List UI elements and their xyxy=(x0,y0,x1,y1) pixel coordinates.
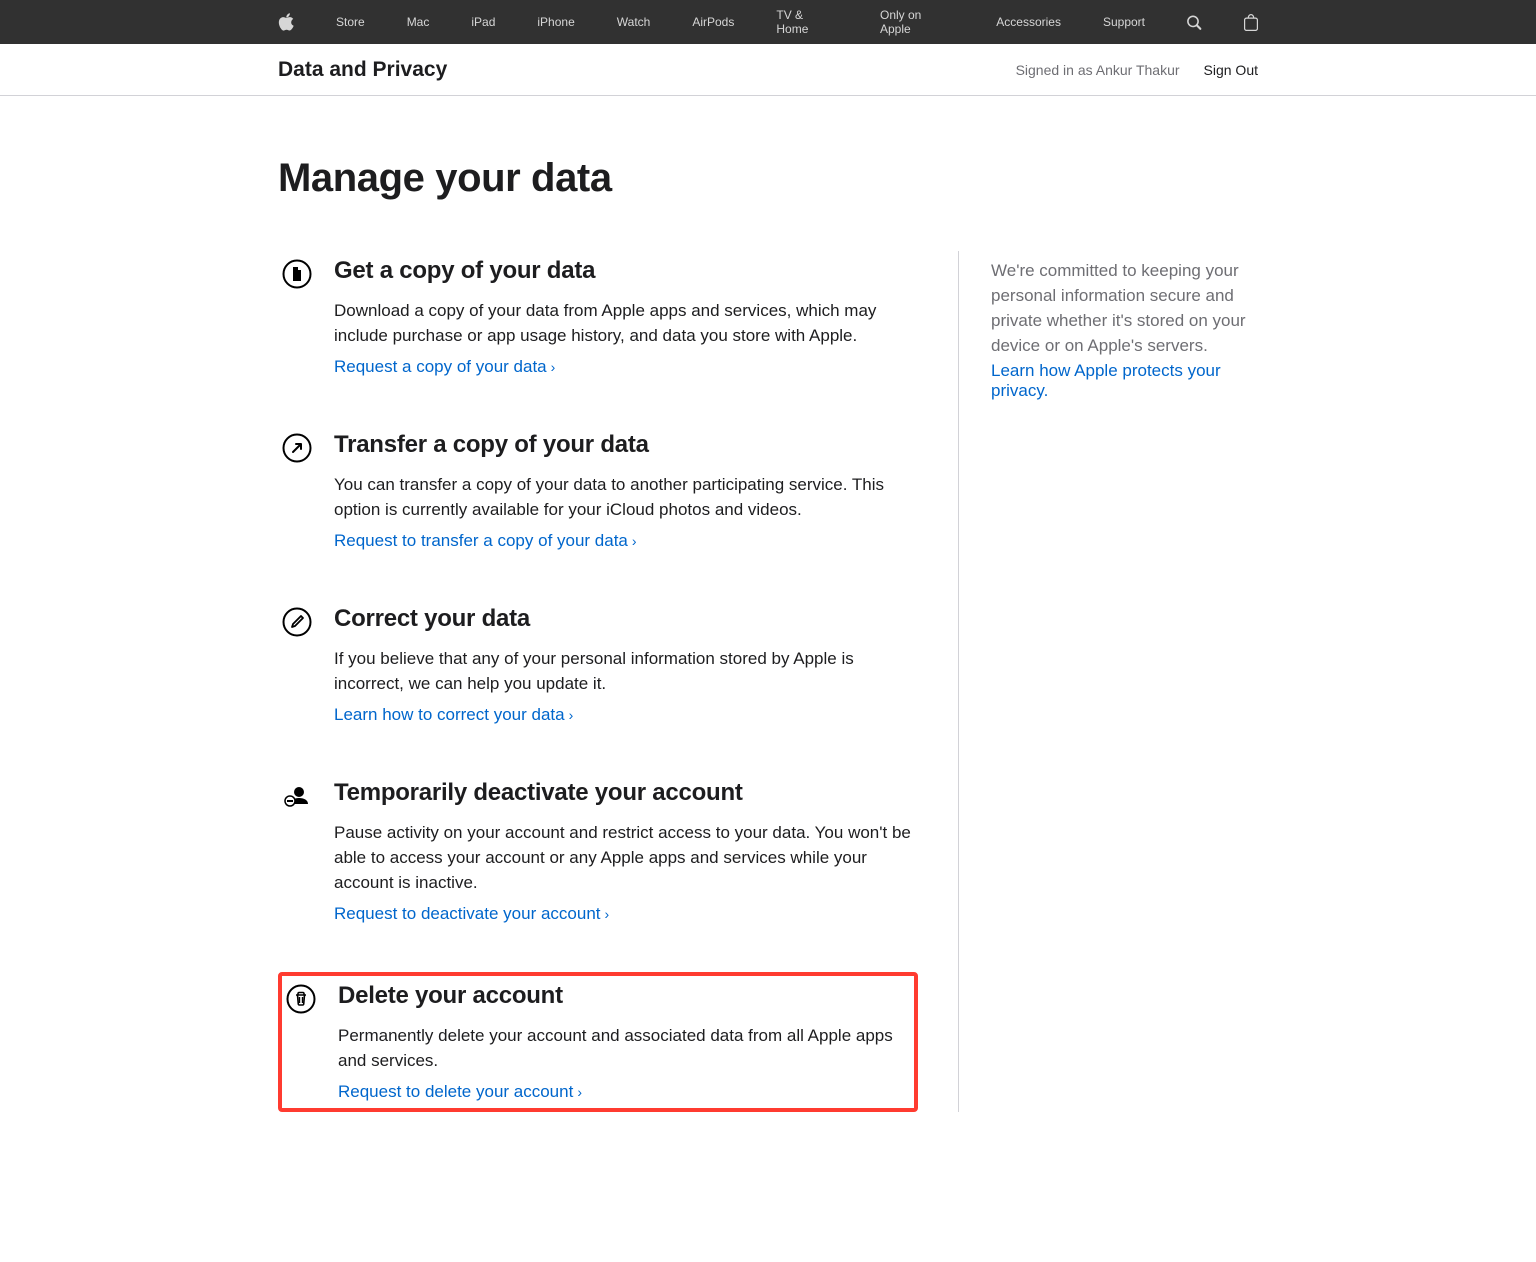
nav-support[interactable]: Support xyxy=(1103,15,1145,29)
option-link-get-copy[interactable]: Request a copy of your data› xyxy=(334,357,555,377)
nav-mac[interactable]: Mac xyxy=(407,15,430,29)
option-heading: Temporarily deactivate your account xyxy=(334,779,914,807)
signed-in-text: Signed in as Ankur Thakur xyxy=(1016,62,1180,78)
nav-airpods[interactable]: AirPods xyxy=(692,15,734,29)
option-desc: If you believe that any of your personal… xyxy=(334,647,914,697)
option-transfer: Transfer a copy of your data You can tra… xyxy=(278,425,918,557)
trash-icon xyxy=(286,984,316,1014)
nav-tv-home[interactable]: TV & Home xyxy=(776,8,838,36)
option-correct: Correct your data If you believe that an… xyxy=(278,599,918,731)
sidebar-text: We're committed to keeping your personal… xyxy=(991,259,1258,359)
option-link-correct[interactable]: Learn how to correct your data› xyxy=(334,705,573,725)
sidebar-link-privacy[interactable]: Learn how Apple protects your privacy. xyxy=(991,361,1221,400)
option-heading: Delete your account xyxy=(338,982,910,1010)
option-desc: Permanently delete your account and asso… xyxy=(338,1024,910,1074)
local-nav: Data and Privacy Signed in as Ankur Thak… xyxy=(0,44,1536,96)
local-nav-title: Data and Privacy xyxy=(278,58,447,82)
apple-logo-icon[interactable] xyxy=(278,13,294,31)
nav-accessories[interactable]: Accessories xyxy=(996,15,1061,29)
option-get-copy: Get a copy of your data Download a copy … xyxy=(278,251,918,383)
option-heading: Transfer a copy of your data xyxy=(334,431,914,459)
global-nav: Store Mac iPad iPhone Watch AirPods TV &… xyxy=(0,0,1536,44)
pencil-icon xyxy=(282,607,312,637)
option-link-delete[interactable]: Request to delete your account› xyxy=(338,1082,582,1102)
nav-ipad[interactable]: iPad xyxy=(471,15,495,29)
user-pause-icon xyxy=(282,781,312,811)
option-desc: Pause activity on your account and restr… xyxy=(334,821,914,896)
option-link-deactivate[interactable]: Request to deactivate your account› xyxy=(334,904,609,924)
nav-iphone[interactable]: iPhone xyxy=(537,15,574,29)
option-deactivate: Temporarily deactivate your account Paus… xyxy=(278,773,918,930)
option-heading: Get a copy of your data xyxy=(334,257,914,285)
page-title: Manage your data xyxy=(278,156,1258,201)
nav-watch[interactable]: Watch xyxy=(617,15,651,29)
arrow-out-icon xyxy=(282,433,312,463)
option-desc: You can transfer a copy of your data to … xyxy=(334,473,914,523)
sign-out-link[interactable]: Sign Out xyxy=(1204,62,1258,78)
document-download-icon xyxy=(282,259,312,289)
nav-store[interactable]: Store xyxy=(336,15,365,29)
option-desc: Download a copy of your data from Apple … xyxy=(334,299,914,349)
bag-icon[interactable] xyxy=(1244,14,1258,31)
search-icon[interactable] xyxy=(1187,15,1202,30)
option-link-transfer[interactable]: Request to transfer a copy of your data› xyxy=(334,531,637,551)
nav-only-on-apple[interactable]: Only on Apple xyxy=(880,8,954,36)
options-column: Get a copy of your data Download a copy … xyxy=(278,251,918,1112)
sidebar: We're committed to keeping your personal… xyxy=(958,251,1258,1112)
option-heading: Correct your data xyxy=(334,605,914,633)
option-delete: Delete your account Permanently delete y… xyxy=(278,972,918,1112)
